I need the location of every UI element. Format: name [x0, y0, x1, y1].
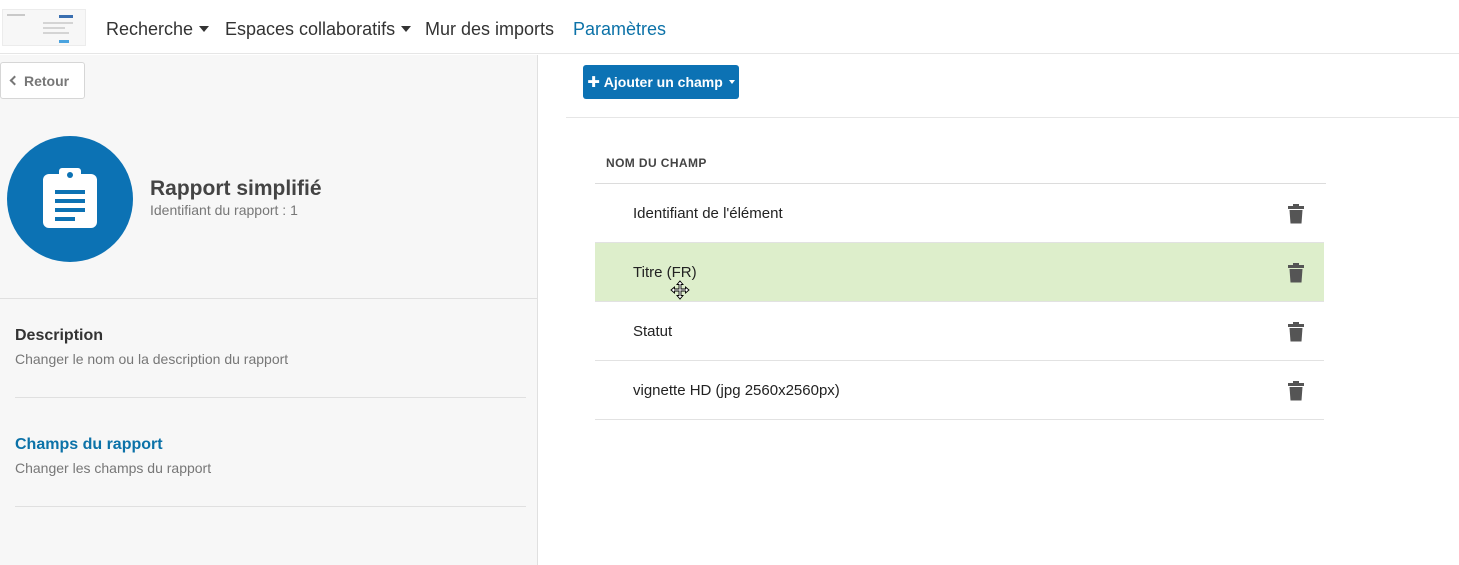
chevron-down-icon: [401, 26, 412, 32]
report-avatar: [7, 136, 133, 262]
table-row[interactable]: vignette HD (jpg 2560x2560px): [595, 361, 1324, 420]
menu-description[interactable]: Description: [15, 327, 103, 345]
divider: [566, 117, 1459, 118]
clipboard-icon: [43, 168, 97, 228]
table-row[interactable]: Titre (FR): [595, 243, 1324, 302]
nav-parametres[interactable]: Paramètres: [573, 19, 666, 40]
divider: [0, 298, 538, 299]
app-logo[interactable]: [2, 9, 86, 46]
field-name: Identifiant de l'élément: [633, 205, 783, 222]
trash-icon[interactable]: [1287, 381, 1305, 401]
nav-mur-label: Mur des imports: [425, 19, 555, 39]
field-name: Statut: [633, 323, 673, 340]
field-name: vignette HD (jpg 2560x2560px): [633, 382, 840, 399]
add-field-label: Ajouter un champ: [603, 74, 723, 90]
nav-parametres-label: Paramètres: [573, 19, 667, 39]
nav-mur-des-imports[interactable]: Mur des imports: [425, 19, 554, 40]
trash-icon[interactable]: [1287, 204, 1305, 224]
menu-description-desc: Changer le nom ou la description du rapp…: [15, 351, 289, 367]
divider: [15, 397, 526, 398]
sidebar: Retour Rapport simplifié Identifiant du …: [0, 55, 538, 565]
chevron-down-icon: [199, 26, 210, 32]
nav-espaces-label: Espaces collaboratifs: [225, 19, 396, 39]
table-row[interactable]: Identifiant de l'élément: [595, 184, 1324, 243]
nav-espaces-collaboratifs[interactable]: Espaces collaboratifs: [225, 19, 412, 40]
top-navbar: Recherche Espaces collaboratifs Mur des …: [0, 0, 1459, 54]
trash-icon[interactable]: [1287, 263, 1305, 283]
nav-recherche-label: Recherche: [106, 19, 194, 39]
back-button[interactable]: Retour: [0, 62, 85, 99]
column-header-field-name: NOM DU CHAMP: [606, 156, 707, 170]
nav-recherche[interactable]: Recherche: [106, 19, 210, 40]
divider: [15, 506, 526, 507]
plus-icon: ✚: [587, 74, 600, 91]
menu-champs-desc: Changer les champs du rapport: [15, 460, 212, 476]
back-button-label: Retour: [24, 72, 70, 89]
trash-icon[interactable]: [1287, 322, 1305, 342]
add-field-button[interactable]: ✚ Ajouter un champ: [583, 65, 739, 99]
menu-champs-du-rapport[interactable]: Champs du rapport: [15, 436, 163, 454]
field-name: Titre (FR): [633, 264, 697, 281]
report-title: Rapport simplifié: [150, 177, 322, 200]
table-row[interactable]: Statut: [595, 302, 1324, 361]
chevron-left-icon: [9, 75, 20, 86]
chevron-down-icon: [728, 80, 735, 84]
report-id: Identifiant du rapport : 1: [150, 202, 298, 218]
